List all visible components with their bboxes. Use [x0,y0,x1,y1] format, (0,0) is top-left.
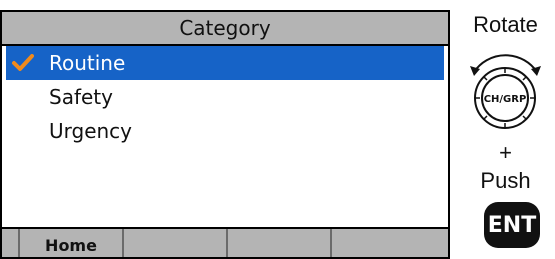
plus-sign: + [499,140,512,165]
list-item-routine[interactable]: Routine [6,46,444,80]
softkey-3[interactable] [228,229,332,257]
dial-label: CH/GRP [484,94,527,105]
ent-button[interactable]: ENT [484,202,540,248]
category-list: Routine Safety Urgency [2,46,448,148]
softkey-bar: Home [2,227,448,257]
softkey-4[interactable] [332,229,436,257]
list-item-urgency[interactable]: Urgency [2,114,448,148]
softkey-home[interactable]: Home [20,229,124,257]
controls-legend: Rotate CH/GRP + Push ENT [456,0,555,259]
softkey-edge-left [2,229,20,257]
list-item-label: Urgency [49,119,133,143]
check-icon [12,54,34,71]
list-item-safety[interactable]: Safety [2,80,448,114]
rotate-label: Rotate [473,12,538,37]
list-item-label: Routine [49,51,126,75]
device-screen: Category Routine Safety Urgency Home [0,10,450,259]
list-item-label: Safety [49,85,113,109]
screen-title: Category [2,12,448,46]
push-label: Push [480,168,531,193]
softkey-2[interactable] [124,229,228,257]
dial-knob-icon[interactable]: CH/GRP [456,40,555,140]
